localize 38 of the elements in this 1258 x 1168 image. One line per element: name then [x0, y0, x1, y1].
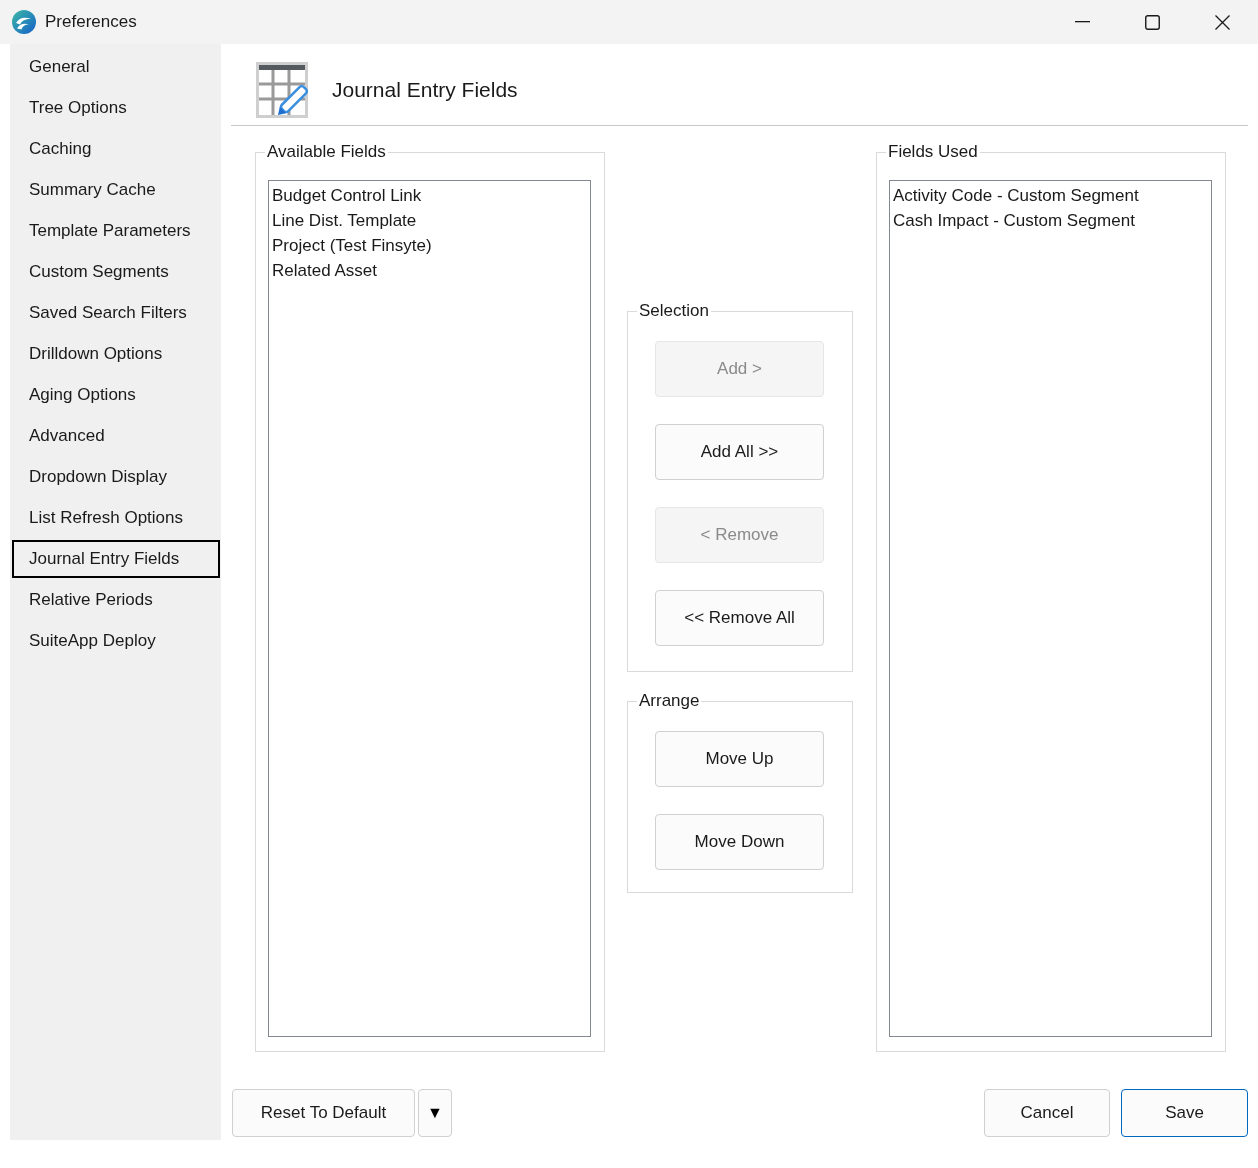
list-item[interactable]: Budget Control Link [272, 183, 587, 208]
sidebar-item[interactable]: Advanced [12, 417, 220, 455]
sidebar-item[interactable]: Tree Options [12, 89, 220, 127]
minimize-icon[interactable] [1074, 21, 1090, 23]
action-button[interactable]: Add All >> [655, 424, 824, 480]
page-title: Journal Entry Fields [332, 77, 518, 103]
sidebar-item[interactable]: List Refresh Options [12, 499, 220, 537]
sidebar-item[interactable]: Caching [12, 130, 220, 168]
sidebar-item[interactable]: Summary Cache [12, 171, 220, 209]
list-item[interactable]: Activity Code - Custom Segment [893, 183, 1208, 208]
sidebar-item[interactable]: Aging Options [12, 376, 220, 414]
action-button[interactable]: Move Down [655, 814, 824, 870]
list-item[interactable]: Related Asset [272, 258, 587, 283]
sidebar-item[interactable]: Relative Periods [12, 581, 220, 619]
dropdown-button[interactable]: ▼ [418, 1089, 452, 1137]
fields-used-list[interactable]: Activity Code - Custom Segment Cash Impact - Custom Segment [889, 180, 1212, 1037]
sidebar-item[interactable]: Drilldown Options [12, 335, 220, 373]
action-button[interactable]: Move Up [655, 731, 824, 787]
group-label: Arrange [637, 691, 702, 711]
sidebar-item[interactable]: Journal Entry Fields [12, 540, 220, 578]
maximize-icon[interactable] [1144, 14, 1160, 30]
close-icon[interactable] [1214, 14, 1230, 30]
window-title: Preferences [45, 12, 138, 32]
sidebar-item[interactable]: Saved Search Filters [12, 294, 220, 332]
dialog-button[interactable]: Cancel [984, 1089, 1110, 1137]
list-item[interactable]: Cash Impact - Custom Segment [893, 208, 1208, 233]
default-button[interactable]: Save [1121, 1089, 1248, 1137]
reset-button[interactable]: Reset To Default [232, 1089, 415, 1137]
sidebar-item[interactable]: Custom Segments [12, 253, 220, 291]
sidebar-item[interactable]: General [12, 48, 220, 86]
sidebar-item[interactable]: SuiteApp Deploy [12, 622, 220, 660]
list-item[interactable]: Project (Test Finsyte) [272, 233, 587, 258]
action-button[interactable]: << Remove All [655, 590, 824, 646]
app-logo-icon [12, 10, 36, 34]
sidebar-item[interactable]: Template Parameters [12, 212, 220, 250]
available-fields-list[interactable]: Budget Control Link Line Dist. Template Project (Test Finsyte) Related Asset [268, 180, 591, 1037]
list-item[interactable]: Line Dist. Template [272, 208, 587, 233]
sidebar-item[interactable]: Dropdown Display [12, 458, 220, 496]
